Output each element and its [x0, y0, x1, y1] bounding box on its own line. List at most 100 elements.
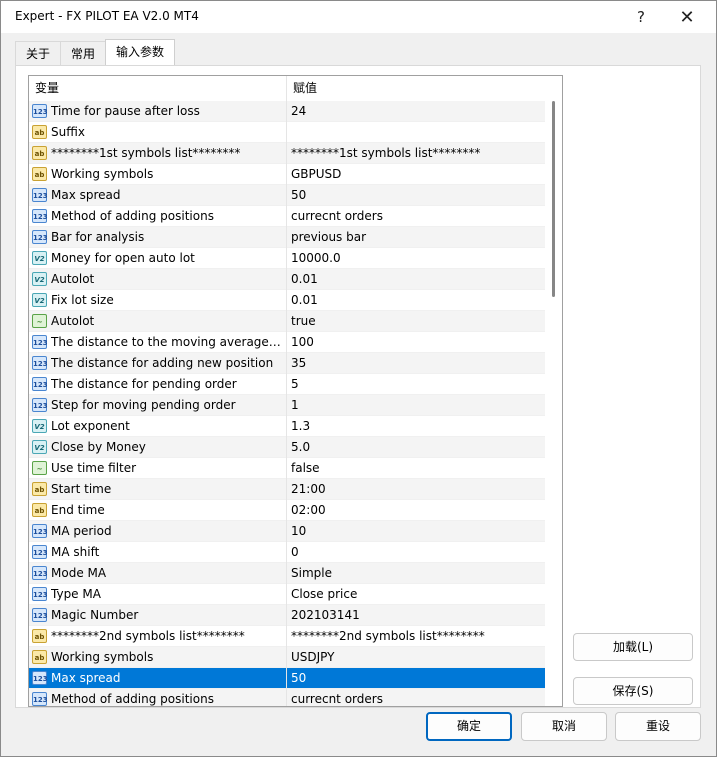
parameter-value[interactable]: 35 [287, 353, 545, 374]
tab-common[interactable]: 常用 [60, 41, 107, 66]
parameter-row[interactable]: 123 The distance for adding new position 3… [29, 353, 545, 374]
parameter-value[interactable]: 0.01 [287, 290, 545, 311]
parameter-variable-cell[interactable]: 123 MA period [29, 521, 287, 542]
parameter-value[interactable]: 1.3 [287, 416, 545, 437]
parameter-value[interactable]: USDJPY [287, 647, 545, 668]
parameter-row[interactable]: ~ Use time filter false [29, 458, 545, 479]
parameter-value[interactable]: Simple [287, 563, 545, 584]
parameter-row[interactable]: 123 MA shift 0 [29, 542, 545, 563]
parameter-value[interactable]: true [287, 311, 545, 332]
parameter-row[interactable]: V2 Money for open auto lot 10000.0 [29, 248, 545, 269]
parameter-value[interactable]: 0 [287, 542, 545, 563]
parameter-variable-cell[interactable]: V2 Lot exponent [29, 416, 287, 437]
parameter-variable-cell[interactable]: ab ********2nd symbols list******** [29, 626, 287, 647]
tab-inputs[interactable]: 输入参数 [105, 39, 176, 66]
parameter-value[interactable]: 100 [287, 332, 545, 353]
parameter-variable-cell[interactable]: ab ********1st symbols list******** [29, 143, 287, 164]
parameter-row[interactable]: 123 Max spread 50 [29, 668, 545, 689]
parameter-variable-cell[interactable]: 123 Bar for analysis [29, 227, 287, 248]
parameter-variable-cell[interactable]: 123 Time for pause after loss [29, 101, 287, 122]
parameter-row[interactable]: 123 MA period 10 [29, 521, 545, 542]
parameter-row[interactable]: ab Working symbols USDJPY [29, 647, 545, 668]
scrollbar-thumb[interactable] [552, 101, 555, 297]
parameter-variable-cell[interactable]: 123 Type MA [29, 584, 287, 605]
parameter-value[interactable]: 5.0 [287, 437, 545, 458]
parameter-variable-cell[interactable]: ab Suffix [29, 122, 287, 143]
parameter-value[interactable]: currecnt orders [287, 206, 545, 227]
parameter-value[interactable]: ********1st symbols list******** [287, 143, 545, 164]
help-icon[interactable]: ? [621, 3, 661, 31]
parameter-row[interactable]: 123 Magic Number 202103141 [29, 605, 545, 626]
parameter-variable-cell[interactable]: ab Start time [29, 479, 287, 500]
parameter-row[interactable]: V2 Fix lot size 0.01 [29, 290, 545, 311]
ok-button[interactable]: 确定 [426, 712, 512, 741]
cancel-button[interactable]: 取消 [521, 712, 607, 741]
parameter-value[interactable]: Close price [287, 584, 545, 605]
parameter-value[interactable]: false [287, 458, 545, 479]
parameter-value[interactable]: 02:00 [287, 500, 545, 521]
parameter-variable-cell[interactable]: 123 The distance to the moving average o.… [29, 332, 287, 353]
parameter-variable-cell[interactable]: 123 MA shift [29, 542, 287, 563]
parameter-row[interactable]: 123 The distance to the moving average o.… [29, 332, 545, 353]
parameter-variable-cell[interactable]: ab Working symbols [29, 647, 287, 668]
parameter-row[interactable]: 123 Mode MA Simple [29, 563, 545, 584]
parameter-value[interactable] [287, 122, 545, 143]
parameter-row[interactable]: 123 Method of adding positions currecnt or… [29, 206, 545, 227]
parameter-variable-cell[interactable]: 123 Method of adding positions [29, 689, 287, 706]
reset-button[interactable]: 重设 [615, 712, 701, 741]
parameter-value[interactable]: 50 [287, 185, 545, 206]
parameter-variable-cell[interactable]: 123 The distance for adding new position [29, 353, 287, 374]
parameter-value[interactable]: 10 [287, 521, 545, 542]
parameter-variable-cell[interactable]: ~ Autolot [29, 311, 287, 332]
parameter-variable-cell[interactable]: 123 Magic Number [29, 605, 287, 626]
parameter-variable-cell[interactable]: ab End time [29, 500, 287, 521]
parameter-row[interactable]: 123 Time for pause after loss 24 [29, 101, 545, 122]
load-button[interactable]: 加载(L) [573, 633, 693, 661]
parameter-variable-cell[interactable]: V2 Money for open auto lot [29, 248, 287, 269]
column-header-variable[interactable]: 变量 [29, 76, 287, 101]
parameter-variable-cell[interactable]: 123 Max spread [29, 185, 287, 206]
save-button[interactable]: 保存(S) [573, 677, 693, 705]
parameter-value[interactable]: 10000.0 [287, 248, 545, 269]
parameter-row[interactable]: ab Working symbols GBPUSD [29, 164, 545, 185]
parameter-variable-cell[interactable]: 123 Mode MA [29, 563, 287, 584]
parameter-row[interactable]: V2 Lot exponent 1.3 [29, 416, 545, 437]
parameter-row[interactable]: 123 Type MA Close price [29, 584, 545, 605]
parameter-variable-cell[interactable]: V2 Autolot [29, 269, 287, 290]
column-header-value[interactable]: 赋值 [287, 76, 545, 101]
parameter-row[interactable]: 123 Step for moving pending order 1 [29, 395, 545, 416]
parameter-variable-cell[interactable]: V2 Fix lot size [29, 290, 287, 311]
parameter-value[interactable]: 5 [287, 374, 545, 395]
parameter-value[interactable]: previous bar [287, 227, 545, 248]
parameter-variable-cell[interactable]: ab Working symbols [29, 164, 287, 185]
parameter-value[interactable]: GBPUSD [287, 164, 545, 185]
parameter-variable-cell[interactable]: 123 The distance for pending order [29, 374, 287, 395]
parameter-row[interactable]: 123 Bar for analysis previous bar [29, 227, 545, 248]
parameter-variable-cell[interactable]: 123 Method of adding positions [29, 206, 287, 227]
parameter-row[interactable]: 123 The distance for pending order 5 [29, 374, 545, 395]
parameter-row[interactable]: ab ********1st symbols list******** ******… [29, 143, 545, 164]
parameter-value[interactable]: ********2nd symbols list******** [287, 626, 545, 647]
parameter-value[interactable]: currecnt orders [287, 689, 545, 706]
parameter-value[interactable]: 21:00 [287, 479, 545, 500]
parameter-row[interactable]: V2 Autolot 0.01 [29, 269, 545, 290]
parameter-row[interactable]: ab Start time 21:00 [29, 479, 545, 500]
parameter-row[interactable]: ab Suffix [29, 122, 545, 143]
close-icon[interactable]: ✕ [667, 3, 707, 31]
parameter-variable-cell[interactable]: 123 Step for moving pending order [29, 395, 287, 416]
parameter-value[interactable]: 24 [287, 101, 545, 122]
parameter-value[interactable]: 1 [287, 395, 545, 416]
parameter-row[interactable]: ab End time 02:00 [29, 500, 545, 521]
parameter-row[interactable]: ab ********2nd symbols list******** ******… [29, 626, 545, 647]
parameter-row[interactable]: ~ Autolot true [29, 311, 545, 332]
vertical-scrollbar[interactable] [545, 101, 562, 706]
parameter-variable-cell[interactable]: 123 Max spread [29, 668, 287, 689]
parameter-row[interactable]: 123 Method of adding positions currecnt or… [29, 689, 545, 706]
parameter-value[interactable]: 0.01 [287, 269, 545, 290]
parameter-value[interactable]: 50 [287, 668, 545, 689]
parameter-variable-cell[interactable]: ~ Use time filter [29, 458, 287, 479]
parameter-row[interactable]: V2 Close by Money 5.0 [29, 437, 545, 458]
parameter-variable-cell[interactable]: V2 Close by Money [29, 437, 287, 458]
parameter-row[interactable]: 123 Max spread 50 [29, 185, 545, 206]
tab-about[interactable]: 关于 [15, 41, 62, 66]
